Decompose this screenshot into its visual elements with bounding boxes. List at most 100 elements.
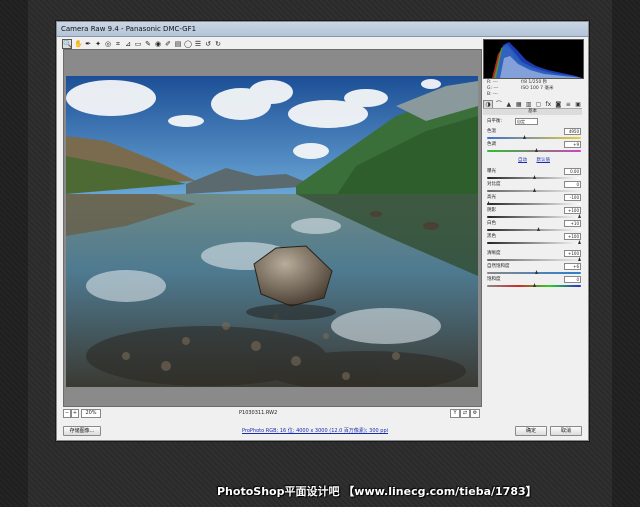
slider-value[interactable]: +6 [564, 263, 581, 270]
slider-track[interactable] [487, 283, 581, 287]
slider-thumb[interactable] [533, 283, 536, 287]
slider-label: 自然饱和度 [487, 264, 510, 269]
slider-value[interactable]: 0 [564, 181, 581, 188]
zoom-tool-icon[interactable]: 🔍 [62, 38, 72, 49]
spot-removal-tool-icon[interactable]: ✎ [144, 40, 152, 48]
temperature-thumb[interactable] [523, 135, 526, 139]
tab-basic-icon[interactable]: ◑ [483, 100, 493, 108]
settings-icon[interactable]: ⚙ [470, 409, 480, 418]
slider-track[interactable] [487, 227, 581, 231]
slider-track[interactable] [487, 270, 581, 274]
white-balance-tool-icon[interactable]: ✒ [84, 40, 92, 48]
slider-thumb[interactable] [533, 188, 536, 192]
transform-tool-icon[interactable]: ▭ [134, 40, 142, 48]
tint-value[interactable]: +9 [564, 141, 581, 148]
slider-row: 高光 -100 [487, 194, 581, 201]
file-name: P1030311.RW2 [239, 410, 278, 416]
slider-label: 阴影 [487, 208, 496, 213]
slider-row: 自然饱和度 +6 [487, 263, 581, 270]
crop-tool-icon[interactable]: ⌗ [114, 40, 122, 48]
tab-split-toning-icon[interactable]: ▥ [525, 101, 533, 108]
slider-thumb[interactable] [578, 214, 581, 218]
tab-fx-icon[interactable]: fx [544, 101, 552, 108]
zoom-out-button[interactable]: − [63, 409, 71, 418]
workflow-options-link[interactable]: ProPhoto RGB; 16 位; 4000 x 3000 (12.0 百万… [242, 427, 388, 434]
slider-value[interactable]: 0 [564, 276, 581, 283]
tint-row: 色调 +9 [487, 141, 581, 148]
slider-track[interactable] [487, 175, 581, 179]
tab-detail-icon[interactable]: ▲ [505, 101, 513, 108]
temperature-slider[interactable] [487, 135, 581, 139]
slider-value[interactable]: +10 [564, 220, 581, 227]
save-image-button[interactable]: 存储图像... [63, 426, 101, 436]
tint-thumb[interactable] [535, 148, 538, 152]
image-preview-area[interactable] [63, 49, 482, 407]
before-after-icon[interactable]: Y [450, 409, 460, 418]
white-balance-row: 白平衡: 自定 [487, 118, 581, 125]
slider-row: 饱和度 0 [487, 276, 581, 283]
red-eye-tool-icon[interactable]: ◉ [154, 40, 162, 48]
slider-thumb[interactable] [537, 227, 540, 231]
rotate-ccw-icon[interactable]: ↺ [204, 40, 212, 48]
panel-tabs: ◑ ⌒ ▲ ▦ ▥ ▢ fx ◙ ≡ ▣ [483, 100, 582, 109]
slider-row: 曝光 0.00 [487, 168, 581, 175]
slider-label: 清晰度 [487, 251, 501, 256]
slider-track[interactable] [487, 188, 581, 192]
ok-button[interactable]: 确定 [515, 426, 547, 436]
tab-presets-icon[interactable]: ≡ [564, 101, 572, 108]
tab-hsl-icon[interactable]: ▦ [515, 101, 523, 108]
tint-label: 色调 [487, 142, 496, 147]
slider-row: 清晰度 +100 [487, 250, 581, 257]
color-sampler-tool-icon[interactable]: ✦ [94, 40, 102, 48]
slider-value[interactable]: +100 [564, 233, 581, 240]
slider-track[interactable] [487, 257, 581, 261]
camera-raw-window: Camera Raw 9.4 - Panasonic DMC-GF1 🔍 ✋ ✒ ✦ ◎… [56, 21, 589, 441]
slider-track[interactable] [487, 214, 581, 218]
slider-row: 阴影 +100 [487, 207, 581, 214]
slider-label: 曝光 [487, 169, 496, 174]
slider-value[interactable]: 0.00 [564, 168, 581, 175]
white-balance-label: 白平衡: [487, 119, 503, 124]
slider-label: 对比度 [487, 182, 501, 187]
cancel-button[interactable]: 取消 [550, 426, 582, 436]
tab-lens-icon[interactable]: ▢ [535, 101, 543, 108]
auto-link[interactable]: 自动 [518, 158, 527, 163]
preview-photo [66, 76, 478, 387]
rotate-cw-icon[interactable]: ↻ [214, 40, 222, 48]
zoom-in-button[interactable]: + [71, 409, 79, 418]
auto-default-links: 自动 默认值 [487, 157, 581, 163]
slider-thumb[interactable] [487, 201, 490, 205]
slider-value[interactable]: +100 [564, 250, 581, 257]
rgb-readout: R: --- G: --- B: --- [487, 80, 499, 97]
tab-snapshots-icon[interactable]: ▣ [574, 101, 582, 108]
slider-row: 白色 +10 [487, 220, 581, 227]
graduated-filter-icon[interactable]: ▤ [174, 40, 182, 48]
temperature-value[interactable]: 4950 [564, 128, 581, 135]
radial-filter-icon[interactable]: ◯ [184, 40, 192, 48]
hand-tool-icon[interactable]: ✋ [74, 40, 83, 48]
exif-readout: f/8 1/250 秒 ISO 100 7 毫米 [521, 80, 554, 91]
status-bar: − + 20% P1030311.RW2 Y ⇄ ⚙ [63, 408, 480, 418]
straighten-tool-icon[interactable]: ⊿ [124, 40, 132, 48]
slider-track[interactable] [487, 240, 581, 244]
slider-label: 白色 [487, 221, 496, 226]
adjustment-brush-icon[interactable]: ✐ [164, 40, 172, 48]
targeted-adjustment-tool-icon[interactable]: ◎ [104, 40, 112, 48]
slider-thumb[interactable] [533, 175, 536, 179]
zoom-level-select[interactable]: 20% [81, 409, 101, 418]
slider-thumb[interactable] [535, 270, 538, 274]
white-balance-select[interactable]: 自定 [515, 118, 538, 125]
compare-icon[interactable]: ⇄ [460, 409, 470, 418]
slider-value[interactable]: +100 [564, 207, 581, 214]
preferences-icon[interactable]: ☰ [194, 40, 202, 48]
tab-tone-curve-icon[interactable]: ⌒ [495, 101, 503, 108]
slider-track[interactable] [487, 201, 581, 205]
slider-value[interactable]: -100 [564, 194, 581, 201]
right-stripe [612, 0, 640, 507]
tint-slider[interactable] [487, 148, 581, 152]
tab-camera-calibration-icon[interactable]: ◙ [554, 101, 562, 108]
slider-thumb[interactable] [578, 240, 581, 244]
slider-thumb[interactable] [578, 257, 581, 261]
default-link[interactable]: 默认值 [536, 158, 550, 163]
slider-row: 黑色 +100 [487, 233, 581, 240]
